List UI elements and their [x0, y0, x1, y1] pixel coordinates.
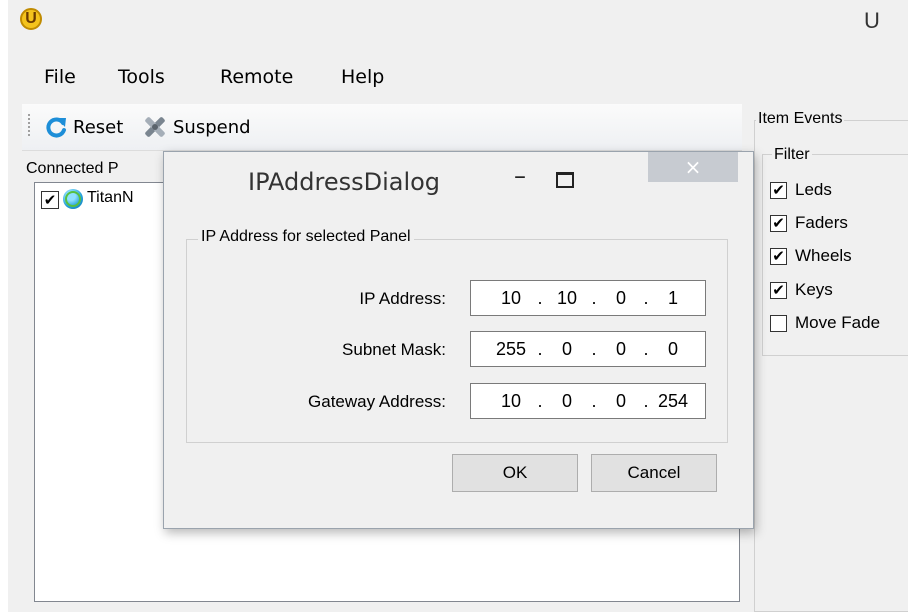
filter-keys-label: Keys: [795, 280, 833, 299]
octet: 0: [561, 339, 572, 359]
window-title: U: [864, 8, 880, 33]
octet: 255: [495, 339, 527, 359]
ip-address-label: IP Address:: [359, 289, 446, 308]
menu-tools[interactable]: Tools: [118, 66, 165, 88]
filter-legend: Filter: [772, 146, 812, 164]
gateway-address-input[interactable]: 10 . 0 . 0 . 254: [470, 383, 706, 419]
filter-faders-checkbox[interactable]: ✔: [770, 214, 787, 232]
octet-dot: .: [643, 288, 649, 308]
octet-dot: .: [591, 339, 597, 359]
filter-faders-label: Faders: [795, 213, 848, 232]
close-button[interactable]: ×: [648, 152, 738, 182]
octet: 0: [667, 339, 678, 359]
octet: 10: [500, 288, 522, 308]
item-events-legend: Item Events: [756, 110, 845, 128]
menu-bar: File Tools Remote Help: [8, 58, 908, 98]
title-bar: U U: [8, 0, 908, 50]
ip-address-dialog: IPAddressDialog – × IP Address for selec…: [163, 151, 754, 529]
menu-file[interactable]: File: [44, 66, 76, 88]
octet: 254: [657, 391, 689, 411]
reset-label: Reset: [73, 116, 124, 138]
octet-dot: .: [537, 339, 543, 359]
octet: 0: [615, 339, 626, 359]
toolbar: Reset Suspend: [22, 104, 742, 151]
maximize-icon: [556, 172, 574, 188]
subnet-mask-label: Subnet Mask:: [342, 340, 446, 359]
menu-help[interactable]: Help: [341, 66, 384, 88]
octet: 10: [556, 288, 578, 308]
gateway-address-label: Gateway Address:: [308, 392, 446, 411]
app-logo-icon: U: [20, 8, 42, 30]
octet-dot: .: [591, 288, 597, 308]
filter-move-fade[interactable]: Move Fade: [770, 311, 880, 335]
panel-checkbox[interactable]: ✔: [41, 191, 59, 209]
octet: 0: [615, 288, 626, 308]
tools-cross-icon: [142, 114, 168, 140]
filter-keys[interactable]: ✔ Keys: [770, 278, 833, 302]
cancel-button[interactable]: Cancel: [591, 454, 717, 492]
octet-dot: .: [643, 391, 649, 411]
octet-dot: .: [537, 288, 543, 308]
filter-leds-label: Leds: [795, 180, 832, 199]
refresh-icon: [44, 115, 68, 139]
reset-button[interactable]: Reset: [44, 114, 123, 140]
maximize-button[interactable]: [544, 168, 584, 198]
filter-wheels-checkbox[interactable]: ✔: [770, 247, 787, 265]
panel-label: TitanN: [87, 189, 134, 206]
connected-panels-legend: Connected P: [26, 160, 121, 178]
octet: 10: [500, 391, 522, 411]
suspend-label: Suspend: [173, 116, 251, 138]
menu-remote[interactable]: Remote: [220, 66, 293, 88]
filter-wheels-label: Wheels: [795, 246, 852, 265]
filter-keys-checkbox[interactable]: ✔: [770, 281, 787, 299]
ip-address-input[interactable]: 10 . 10 . 0 . 1: [470, 280, 706, 316]
item-events-group: Item Events Filter ✔ Leds ✔ Faders ✔ Whe…: [748, 110, 908, 612]
ip-settings-legend: IP Address for selected Panel: [198, 228, 414, 246]
suspend-button[interactable]: Suspend: [142, 114, 251, 140]
filter-move-fade-label: Move Fade: [795, 313, 881, 332]
filter-move-fade-checkbox[interactable]: [770, 314, 787, 332]
octet-dot: .: [537, 391, 543, 411]
filter-faders[interactable]: ✔ Faders: [770, 211, 848, 235]
ok-button[interactable]: OK: [452, 454, 578, 492]
octet-dot: .: [643, 339, 649, 359]
filter-wheels[interactable]: ✔ Wheels: [770, 244, 852, 268]
dialog-title: IPAddressDialog: [248, 168, 441, 196]
octet: 0: [561, 391, 572, 411]
filter-leds-checkbox[interactable]: ✔: [770, 181, 787, 199]
octet: 0: [615, 391, 626, 411]
filter-leds[interactable]: ✔ Leds: [770, 178, 832, 202]
ip-settings-group: IP Address for selected Panel IP Address…: [186, 228, 728, 443]
octet-dot: .: [591, 391, 597, 411]
toolbar-grip[interactable]: [28, 114, 30, 138]
octet: 1: [667, 288, 678, 308]
usb-panel-icon-ring: [65, 191, 81, 207]
minimize-button[interactable]: –: [500, 162, 540, 198]
subnet-mask-input[interactable]: 255 . 0 . 0 . 0: [470, 331, 706, 367]
